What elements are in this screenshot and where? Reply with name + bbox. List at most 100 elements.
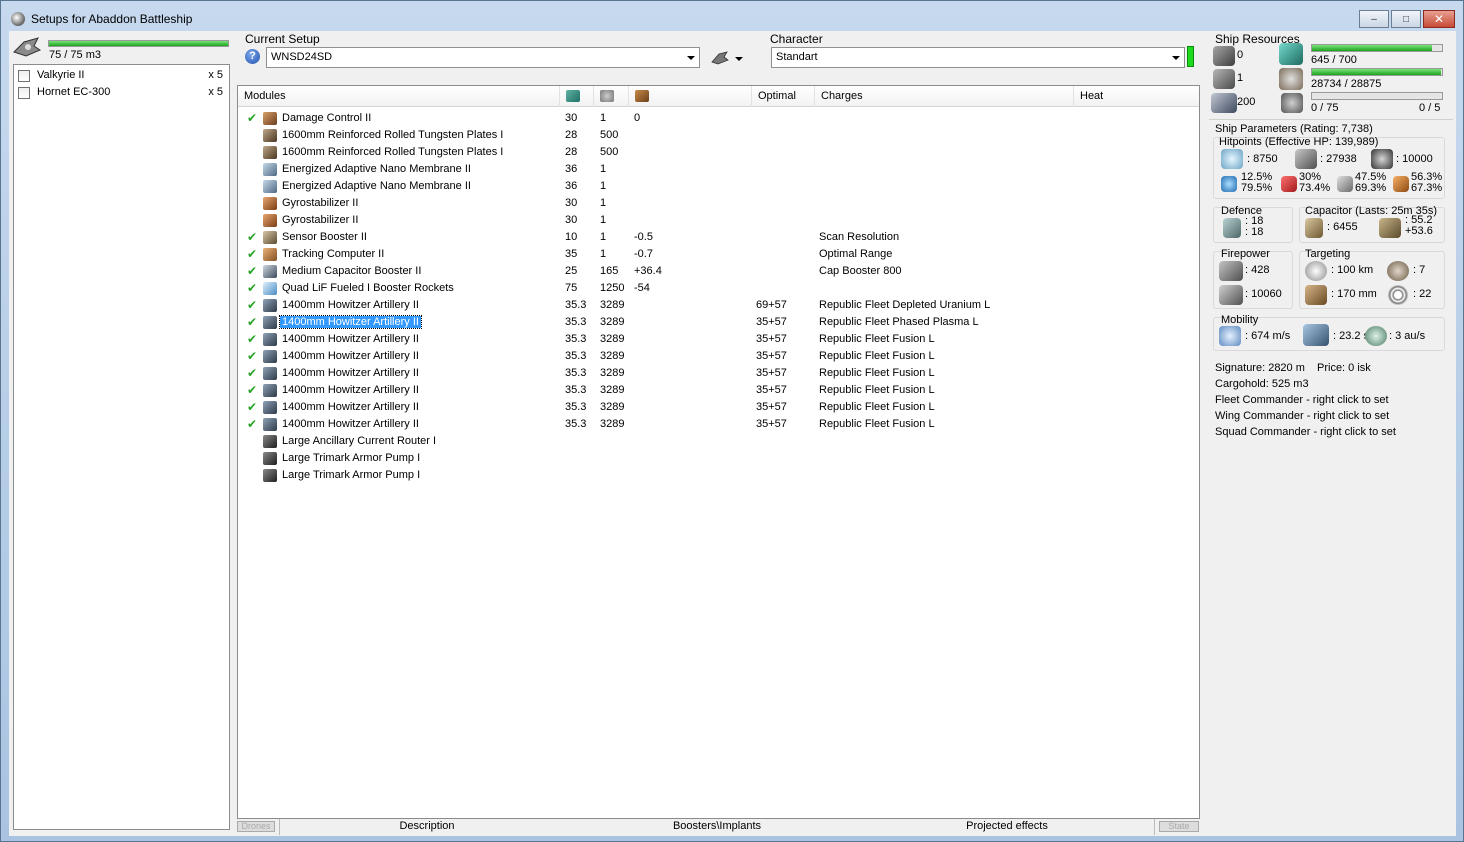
module-row[interactable]: ✔ 1400mm Howitzer Artillery II 35.3 3289 35+…: [238, 314, 1199, 331]
module-row[interactable]: ✔ 1400mm Howitzer Artillery II 35.3 3289 69+…: [238, 297, 1199, 314]
module-active-check-icon[interactable]: ✔: [247, 349, 257, 363]
module-active-check-icon[interactable]: ✔: [247, 315, 257, 329]
character-select-value: Standart: [776, 51, 818, 63]
module-active-check-icon[interactable]: ✔: [247, 417, 257, 431]
module-row[interactable]: Energized Adaptive Nano Membrane II 36 1: [238, 161, 1199, 178]
module-cpu: 35: [565, 248, 578, 260]
module-name: Energized Adaptive Nano Membrane II: [282, 163, 471, 175]
module-powergrid: 3289: [600, 367, 625, 379]
modules-grid[interactable]: Modules Optimal Charges Heat ✔ Damage Con…: [237, 85, 1200, 819]
column-header-capacitor[interactable]: [629, 86, 752, 107]
targeting-title: Targeting: [1305, 248, 1351, 260]
module-active-check-icon[interactable]: ✔: [247, 332, 257, 346]
fleet-commander[interactable]: Fleet Commander - right click to set: [1215, 394, 1389, 406]
tab-projected-effects[interactable]: Projected effects: [952, 820, 1062, 832]
drone-item[interactable]: Valkyrie II x 5: [18, 68, 223, 84]
module-row[interactable]: ✔ Quad LiF Fueled I Booster Rockets 75 1250…: [238, 280, 1199, 297]
module-row[interactable]: Energized Adaptive Nano Membrane II 36 1: [238, 178, 1199, 195]
module-powergrid: 1: [600, 163, 607, 175]
hitpoints-title: Hitpoints (Effective HP: 139,989): [1219, 136, 1379, 148]
thermal-resist-armor: 73.4%: [1299, 182, 1331, 194]
column-header-modules[interactable]: Modules: [238, 86, 560, 107]
module-charge: Republic Fleet Fusion L: [819, 350, 935, 362]
em-resist-icon: [1221, 176, 1237, 192]
squad-commander[interactable]: Squad Commander - right click to set: [1215, 426, 1396, 438]
module-active-check-icon[interactable]: ✔: [247, 111, 257, 125]
module-cpu: 35.3: [565, 350, 587, 362]
cpu-bar: [1311, 44, 1443, 52]
drone-checkbox[interactable]: [18, 70, 30, 82]
module-powergrid: 1: [600, 214, 607, 226]
module-capacitor: 0: [634, 112, 641, 124]
module-cpu: 35.3: [565, 367, 587, 379]
column-header-cpu[interactable]: [560, 86, 594, 107]
drone-checkbox[interactable]: [18, 87, 30, 99]
structure-icon: [1371, 149, 1393, 169]
module-row[interactable]: ✔ 1400mm Howitzer Artillery II 35.3 3289 35+…: [238, 331, 1199, 348]
chevron-down-icon: [687, 56, 695, 60]
cpu-icon: [566, 90, 580, 102]
module-row[interactable]: 1600mm Reinforced Rolled Tungsten Plates…: [238, 144, 1199, 161]
firepower-title: Firepower: [1221, 248, 1270, 260]
tab-boosters-implants[interactable]: Boosters\Implants: [657, 820, 777, 832]
align-time: : 23.2 s: [1333, 330, 1370, 342]
drone-name: Hornet EC-300: [37, 86, 111, 98]
module-name: 1600mm Reinforced Rolled Tungsten Plates…: [282, 146, 504, 158]
warp-speed: : 3 au/s: [1389, 330, 1426, 342]
module-active-check-icon[interactable]: ✔: [247, 281, 257, 295]
module-active-check-icon[interactable]: ✔: [247, 298, 257, 312]
module-row[interactable]: Gyrostabilizer II 30 1: [238, 195, 1199, 212]
wing-commander[interactable]: Wing Commander - right click to set: [1215, 410, 1389, 422]
module-row[interactable]: Large Trimark Armor Pump I: [238, 450, 1199, 467]
minimize-button[interactable]: –: [1359, 10, 1389, 28]
module-row[interactable]: ✔ 1400mm Howitzer Artillery II 35.3 3289 35+…: [238, 365, 1199, 382]
turret-hardpoint-icon: [1213, 46, 1235, 66]
app-window: Setups for Abaddon Battleship – □ ✕ 75 /…: [0, 0, 1464, 842]
module-row[interactable]: Large Trimark Armor Pump I: [238, 467, 1199, 484]
column-header-optimal[interactable]: Optimal: [752, 86, 815, 107]
setup-select[interactable]: WNSD24SD: [266, 47, 700, 68]
module-row[interactable]: Gyrostabilizer II 30 1: [238, 212, 1199, 229]
module-active-check-icon[interactable]: ✔: [247, 264, 257, 278]
module-active-check-icon[interactable]: ✔: [247, 400, 257, 414]
module-row[interactable]: ✔ 1400mm Howitzer Artillery II 35.3 3289 35+…: [238, 382, 1199, 399]
scan-resolution-icon: [1305, 285, 1327, 305]
module-active-check-icon[interactable]: ✔: [247, 366, 257, 380]
drone-list[interactable]: Valkyrie II x 5 Hornet EC-300 x 5: [13, 64, 230, 830]
module-row[interactable]: Large Ancillary Current Router I: [238, 433, 1199, 450]
column-header-heat[interactable]: Heat: [1074, 86, 1201, 107]
ship-actions-button[interactable]: [709, 48, 745, 68]
tab-description[interactable]: Description: [377, 820, 477, 832]
maximize-button[interactable]: □: [1391, 10, 1421, 28]
close-button[interactable]: ✕: [1423, 10, 1455, 28]
module-powergrid: 3289: [600, 333, 625, 345]
module-row[interactable]: ✔ 1400mm Howitzer Artillery II 35.3 3289 35+…: [238, 348, 1199, 365]
module-row[interactable]: ✔ Damage Control II 30 1 0: [238, 110, 1199, 127]
module-row[interactable]: ✔ Medium Capacitor Booster II 25 165 +36.4 Ca…: [238, 263, 1199, 280]
drones-toggle-button[interactable]: Drones: [237, 821, 275, 832]
module-name: 1400mm Howitzer Artillery II: [282, 333, 419, 345]
module-cpu: 35.3: [565, 418, 587, 430]
drone-item[interactable]: Hornet EC-300 x 5: [18, 85, 223, 101]
module-active-check-icon[interactable]: ✔: [247, 383, 257, 397]
module-row[interactable]: 1600mm Reinforced Rolled Tungsten Plates…: [238, 127, 1199, 144]
module-row[interactable]: ✔ Tracking Computer II 35 1 -0.7 Optimal Rang…: [238, 246, 1199, 263]
module-active-check-icon[interactable]: ✔: [247, 247, 257, 261]
module-powergrid: 3289: [600, 316, 625, 328]
module-row[interactable]: ✔ 1400mm Howitzer Artillery II 35.3 3289 35+…: [238, 416, 1199, 433]
module-cpu: 28: [565, 129, 578, 141]
module-row[interactable]: ✔ 1400mm Howitzer Artillery II 35.3 3289 35+…: [238, 399, 1199, 416]
explosive-resist-icon: [1393, 176, 1409, 192]
character-select[interactable]: Standart: [771, 47, 1185, 68]
module-powergrid: 1: [600, 248, 607, 260]
drone-name: Valkyrie II: [37, 69, 85, 81]
module-armor-plate-icon: [263, 129, 277, 142]
column-header-powergrid[interactable]: [594, 86, 629, 107]
module-row[interactable]: ✔ Sensor Booster II 10 1 -0.5 Scan Resolution: [238, 229, 1199, 246]
module-name: 1400mm Howitzer Artillery II: [282, 299, 419, 311]
module-capacitor: -0.5: [634, 231, 653, 243]
help-icon[interactable]: ?: [245, 49, 260, 64]
module-active-check-icon[interactable]: ✔: [247, 230, 257, 244]
column-header-charges[interactable]: Charges: [815, 86, 1074, 107]
state-toggle-button[interactable]: State: [1159, 821, 1199, 832]
